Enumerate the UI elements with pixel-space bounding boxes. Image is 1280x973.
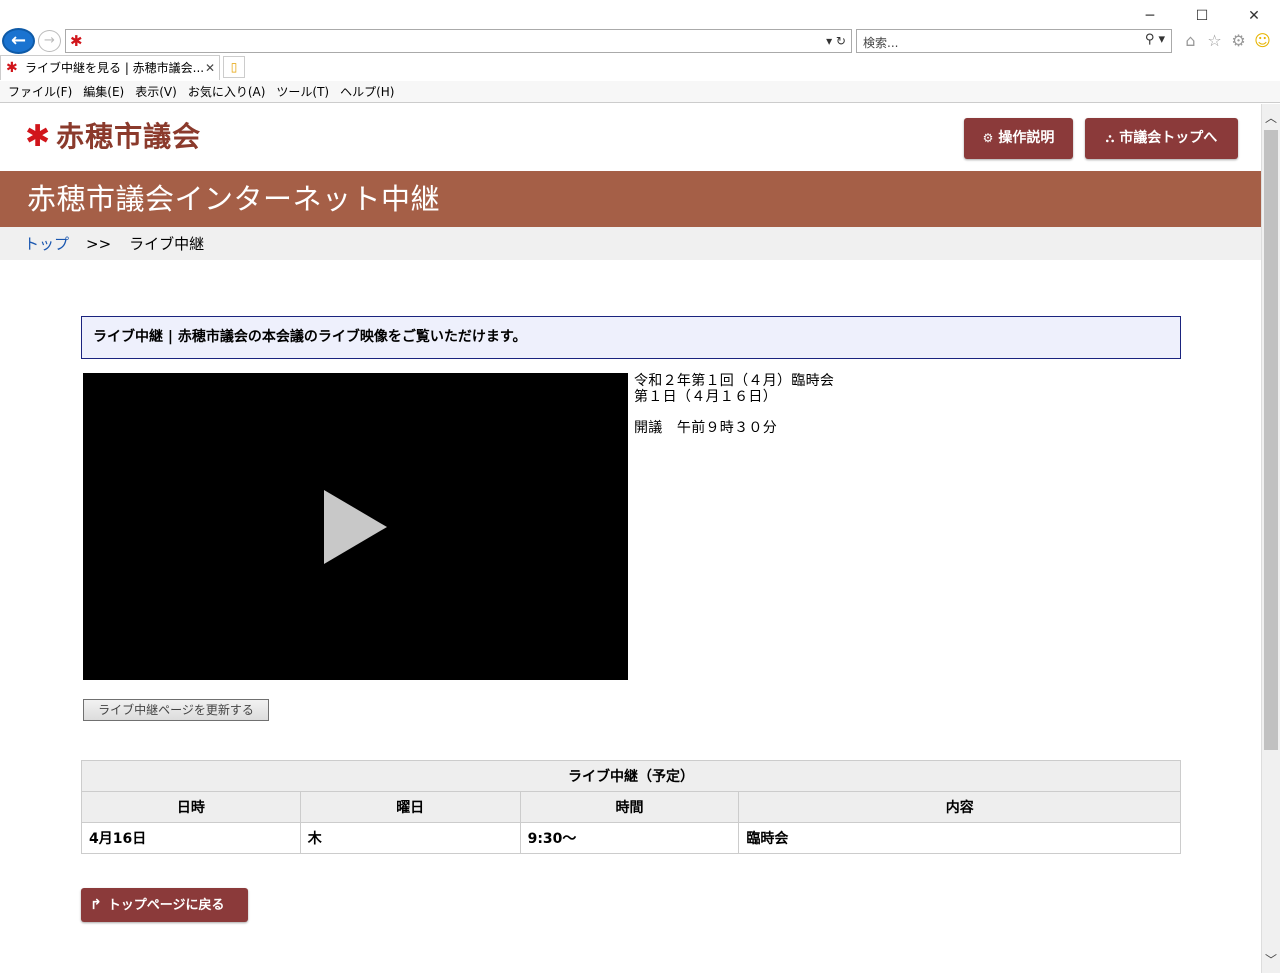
session-title: 令和２年第１回（４月）臨時会 — [634, 373, 835, 389]
column-header-date: 日時 — [81, 791, 301, 823]
star-icon[interactable]: ☆ — [1204, 30, 1225, 52]
session-start-time: 開議 午前９時３０分 — [634, 420, 777, 436]
address-row: ← → ✱ ▾ ↻ 検索... ⚲ ▾ ⌂ ☆ ⚙ ☺ — [0, 28, 1280, 54]
council-top-button[interactable]: ⛬ 市議会トップへ — [1085, 118, 1238, 159]
home-icon[interactable]: ⌂ — [1180, 30, 1201, 52]
logo-text: 赤穂市議会 — [56, 120, 202, 153]
smiley-icon[interactable]: ☺ — [1252, 30, 1273, 52]
cell-time: 9:30～ — [519, 822, 740, 854]
search-box[interactable]: 検索... ⚲ ▾ — [856, 29, 1172, 53]
menu-edit[interactable]: 編集(E) — [83, 83, 124, 100]
help-button-label: 操作説明 — [998, 130, 1055, 146]
notice-box: ライブ中継 | 赤穂市議会の本会議のライブ映像をご覧いただけます。 — [81, 316, 1181, 359]
new-tab-icon[interactable]: ▯ — [223, 56, 245, 78]
gear-icon[interactable]: ⚙ — [1228, 30, 1249, 52]
menu-bar: ファイル(F) 編集(E) 表示(V) お気に入り(A) ツール(T) ヘルプ(… — [0, 81, 1280, 103]
logo-mark-icon: ✱ — [25, 119, 51, 154]
tab-row: ✱ ライブ中継を見る | 赤穂市議会... ✕ ▯ — [0, 55, 1280, 80]
cell-content: 臨時会 — [738, 822, 1181, 854]
tab-close-icon[interactable]: ✕ — [205, 56, 215, 80]
page-title: 赤穂市議会インターネット中継 — [27, 182, 441, 216]
browser-toolbar-icons: ⌂ ☆ ⚙ ☺ — [1180, 30, 1273, 52]
column-header-weekday: 曜日 — [299, 791, 521, 823]
tab-title: ライブ中継を見る | 赤穂市議会... — [25, 61, 205, 75]
page-content: ✱ 赤穂市議会 ⚙ 操作説明 ⛬ 市議会トップへ 赤穂市議会インターネット中継 トッ… — [0, 104, 1261, 973]
scroll-down-icon[interactable]: ﹀ — [1262, 951, 1280, 969]
breadcrumb-separator: >> — [86, 234, 112, 253]
column-header-time: 時間 — [519, 791, 740, 823]
session-info: 令和２年第１回（４月）臨時会 第１日（４月１６日） 開議 午前９時３０分 — [634, 373, 834, 436]
window-controls: ─ ☐ ✕ — [1124, 6, 1280, 26]
menu-tools[interactable]: ツール(T) — [276, 83, 329, 100]
title-banner: 赤穂市議会インターネット中継 — [0, 171, 1261, 227]
search-placeholder: 検索... — [863, 36, 899, 50]
browser-tab[interactable]: ✱ ライブ中継を見る | 赤穂市議会... ✕ — [0, 55, 220, 80]
breadcrumb-current: ライブ中継 — [129, 235, 205, 253]
back-button[interactable]: ← — [2, 28, 35, 54]
back-to-top-label: トップページに戻る — [107, 898, 225, 913]
address-dropdown-refresh-icons[interactable]: ▾ ↻ — [826, 32, 846, 50]
video-player[interactable] — [83, 373, 628, 680]
scrollbar-thumb[interactable] — [1264, 130, 1278, 750]
scroll-up-icon[interactable]: ︿ — [1262, 109, 1280, 127]
play-icon[interactable] — [324, 490, 387, 564]
menu-help[interactable]: ヘルプ(H) — [340, 83, 394, 100]
return-arrow-icon: ↱ — [90, 897, 102, 913]
menu-view[interactable]: 表示(V) — [135, 83, 177, 100]
schedule-table: ライブ中継（予定） 日時 曜日 時間 内容 4月16日 木 9:30～ 臨時会 — [81, 760, 1181, 854]
back-to-top-button[interactable]: ↱ トップページに戻る — [81, 888, 248, 922]
tab-favicon: ✱ — [6, 60, 18, 76]
site-logo[interactable]: ✱ 赤穂市議会 — [25, 119, 201, 155]
session-day: 第１日（４月１６日） — [634, 389, 777, 405]
cell-date: 4月16日 — [81, 822, 301, 854]
browser-chrome: ─ ☐ ✕ ← → ✱ ▾ ↻ 検索... ⚲ ▾ ⌂ ☆ ⚙ ☺ ✱ ライブ中… — [0, 0, 1280, 104]
vertical-scrollbar[interactable]: ︿ ﹀ — [1261, 104, 1280, 973]
address-bar[interactable]: ✱ ▾ ↻ — [65, 29, 852, 53]
table-row: 4月16日 木 9:30～ 臨時会 — [81, 822, 1181, 854]
menu-favorites[interactable]: お気に入り(A) — [188, 83, 266, 100]
schedule-caption: ライブ中継（予定） — [81, 760, 1181, 792]
sitemap-icon: ⛬ — [1105, 131, 1115, 145]
council-top-label: 市議会トップへ — [1119, 130, 1218, 146]
breadcrumb-home-link[interactable]: トップ — [24, 233, 69, 254]
menu-file[interactable]: ファイル(F) — [8, 83, 72, 100]
cell-weekday: 木 — [299, 822, 521, 854]
forward-button[interactable]: → — [38, 30, 61, 52]
search-icon[interactable]: ⚲ ▾ — [1145, 32, 1165, 47]
maximize-button[interactable]: ☐ — [1176, 6, 1228, 26]
help-button[interactable]: ⚙ 操作説明 — [964, 118, 1073, 159]
site-favicon: ✱ — [70, 32, 83, 50]
close-window-button[interactable]: ✕ — [1228, 6, 1280, 26]
column-header-content: 内容 — [738, 791, 1181, 823]
minimize-button[interactable]: ─ — [1124, 6, 1176, 26]
gear-icon: ⚙ — [982, 131, 994, 145]
refresh-button[interactable]: ライブ中継ページを更新する — [83, 699, 269, 721]
breadcrumb: トップ >> ライブ中継 — [0, 227, 1261, 260]
schedule-header-row: 日時 曜日 時間 内容 — [81, 791, 1181, 823]
